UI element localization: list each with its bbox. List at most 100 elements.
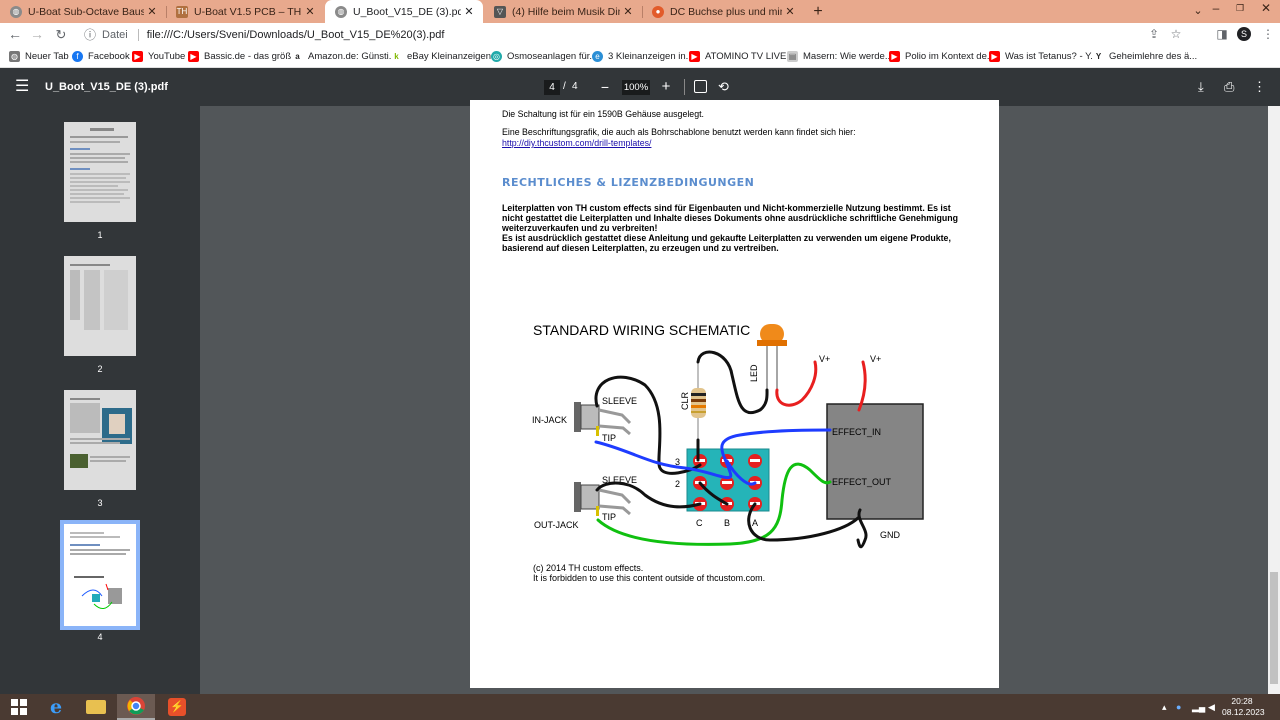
bookmark-label: Was ist Tetanus? - Y... [1005,51,1099,62]
bookmark-geheimlehre[interactable]: Y Geheimlehre des ä... [1093,46,1197,67]
amazon-icon: a [292,51,303,62]
in-jack-icon [574,402,632,436]
zoom-input[interactable]: 100% [622,80,650,95]
bookmark-masern[interactable]: ▤ Masern: Wie werde... [787,46,893,67]
youtube-icon: ▶ [188,51,199,62]
pdf-title: U_Boot_V15_DE (3).pdf [45,81,168,93]
thumbnail-preview [70,264,128,330]
bookmark-kleinanzeigen[interactable]: e 3 Kleinanzeigen in... [592,46,694,67]
restore-button[interactable]: ❐ [1228,0,1252,16]
bookmark-atomino[interactable]: ▶ ATOMINO TV LIVE:... [689,46,797,67]
close-icon[interactable]: ✕ [144,5,160,18]
internet-explorer-icon[interactable]: e [37,694,75,720]
copyright-line: (c) 2014 TH custom effects. [533,563,643,573]
chrome-logo-icon [127,697,145,715]
close-icon[interactable]: ✕ [461,5,477,18]
close-icon[interactable]: ✕ [620,5,636,18]
thumbnail-preview [70,532,130,609]
in-jack-label: IN-JACK [532,415,567,425]
globe-icon: ◍ [10,5,22,18]
bookmark-bassic[interactable]: ▶ Bassic.de - das größ... [188,46,299,67]
tab-uboat-pcb[interactable]: TH U-Boat V1.5 PCB – TH custom eff ✕ [166,0,324,23]
copyright-line: It is forbidden to use this content outs… [533,573,765,583]
windows-taskbar: e ⚡ ▴ ● ▂▄ ◀ 20:28 08.12.2023 [0,694,1280,720]
fit-page-icon[interactable] [694,80,707,93]
tab-hilfe-musik[interactable]: ▽ (4) Hilfe beim Musik Dingbausatz ✕ [484,0,642,23]
thumbnail-preview [70,398,132,468]
page-thumbnail-4[interactable] [60,520,140,630]
chrome-icon[interactable] [117,694,155,720]
tab-uboat-bausatz[interactable]: ◍ U-Boat Sub-Octave Bausatz, 33,9 ✕ [0,0,166,23]
minimize-button[interactable]: – [1204,0,1228,16]
y-logo-icon: Y [1093,51,1104,62]
more-menu-icon[interactable]: ⋮ [1258,23,1278,46]
bookmark-neuer-tab[interactable]: ◍ Neuer Tab [9,46,69,67]
pdf-more-icon[interactable]: ⋮ [1253,68,1266,106]
cloud-icon[interactable]: ● [1176,694,1181,720]
windows-start-icon[interactable] [0,694,38,720]
close-icon[interactable]: ✕ [782,5,798,18]
effect-box [826,403,924,520]
bookmark-youtube[interactable]: ▶ YouTube [132,46,185,67]
tab-uboot-pdf[interactable]: ◍ U_Boot_V15_DE (3).pdf ✕ [325,0,483,23]
system-clock[interactable]: 20:28 08.12.2023 [1222,696,1265,718]
tab-dc-buchse[interactable]: ● DC Buchse plus und minus at Du ✕ [642,0,804,23]
network-icon[interactable]: ▂▄ [1192,694,1205,720]
bookmark-ebay[interactable]: k eBay Kleinanzeigen... [391,46,499,67]
download-icon[interactable]: ⤓ [1198,68,1204,106]
youtube-icon: ▶ [889,51,900,62]
new-tab-button[interactable]: + [808,0,828,23]
vertical-scrollbar[interactable] [1268,106,1280,694]
file-explorer-icon[interactable] [77,694,115,720]
clock-date: 08.12.2023 [1222,707,1265,717]
close-icon[interactable]: ✕ [302,5,318,18]
page-thumbnail-2[interactable] [64,256,136,356]
youtube-icon: ▶ [132,51,143,62]
tab-title: DC Buchse plus und minus at Du [670,5,782,18]
facebook-icon: f [72,51,83,62]
volume-icon[interactable]: ◀ [1208,694,1215,720]
hamburger-menu-icon[interactable]: ☰ [15,68,29,106]
youtube-icon: ▶ [989,51,1000,62]
bookmark-label: Bassic.de - das größ... [204,51,300,62]
bookmark-label: Osmoseanlagen für... [507,51,598,62]
globe-icon: ◍ [9,51,20,62]
info-icon[interactable]: ⓘ [84,26,96,43]
wiring-schematic: STANDARD WIRING SCHEMATIC LED CLR EFFECT… [532,322,924,583]
row-2-label: 2 [675,479,680,489]
bookmark-label: Facebook [88,51,130,62]
window-close-button[interactable]: ✕ [1254,0,1278,16]
profile-avatar[interactable]: S [1237,27,1251,41]
print-icon[interactable]: ⎙ [1224,68,1234,106]
scrollbar-thumb[interactable] [1270,572,1278,684]
bookmark-facebook[interactable]: f Facebook [72,46,130,67]
url-text[interactable]: file:///C:/Users/Sveni/Downloads/U_Boot_… [147,29,445,41]
address-bar[interactable]: ⓘ Datei file:///C:/Users/Sveni/Downloads… [84,24,1194,45]
share-icon[interactable]: ⇪ [1144,23,1164,46]
bookmark-polio[interactable]: ▶ Polio im Kontext de... [889,46,995,67]
tip-label: TIP [602,433,616,443]
bookmark-osmose[interactable]: ◎ Osmoseanlagen für... [491,46,597,67]
bookmark-tetanus[interactable]: ▶ Was ist Tetanus? - Y... [989,46,1098,67]
page-thumbnail-1[interactable] [64,122,136,222]
app-icon[interactable]: ⚡ [158,694,196,720]
col-a-label: A [752,518,758,528]
back-arrow-icon[interactable]: ← [5,23,25,46]
side-panel-icon[interactable]: ◨ [1212,23,1232,46]
sleeve-label: SLEEVE [602,396,637,406]
led-label: LED [749,364,759,382]
gnd-label: GND [880,530,901,540]
bookmark-label: Polio im Kontext de... [905,51,995,62]
reload-icon[interactable]: ↻ [51,23,71,46]
col-b-label: B [724,518,730,528]
youtube-icon: ▶ [689,51,700,62]
forward-arrow-icon[interactable]: → [27,23,47,46]
page-thumbnail-3[interactable] [64,390,136,490]
tray-chevron-icon[interactable]: ▴ [1162,694,1167,720]
effect-in-label: EFFECT_IN [832,427,881,437]
page-number-input[interactable]: 4 [544,80,560,95]
bookmark-star-icon[interactable]: ☆ [1166,23,1186,46]
bookmark-amazon[interactable]: a Amazon.de: Günsti... [292,46,397,67]
bookmark-label: Neuer Tab [25,51,69,62]
thumbnail-preview [70,128,130,203]
